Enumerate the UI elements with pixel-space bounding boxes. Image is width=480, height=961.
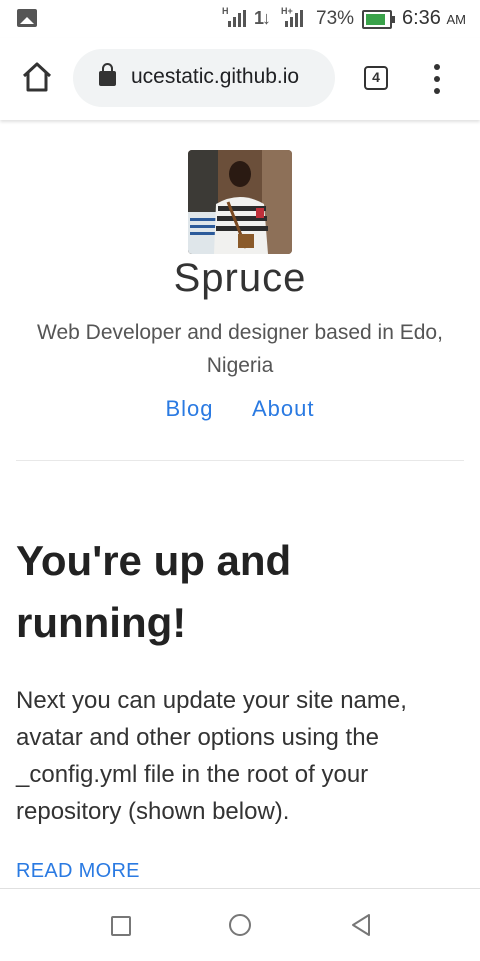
data-activity-icon: 1↓ <box>254 8 271 28</box>
signal-strength-icon <box>228 10 246 27</box>
tab-switcher-button[interactable]: 4 <box>364 66 388 90</box>
address-bar[interactable]: ucestatic.github.io <box>73 49 335 107</box>
gallery-notification-icon <box>17 9 37 27</box>
post-title: You're up and running! <box>16 537 292 646</box>
browser-toolbar: ucestatic.github.io 4 <box>0 38 480 120</box>
header-divider <box>16 460 464 461</box>
clock: 6:36 AM <box>402 7 466 30</box>
clock-time: 6:36 <box>402 7 441 29</box>
lock-icon[interactable] <box>99 63 116 86</box>
overflow-menu-icon[interactable] <box>430 64 444 94</box>
signal-strength-icon-2 <box>285 10 303 27</box>
clock-suffix: AM <box>446 12 467 27</box>
system-navigation-bar <box>0 888 480 961</box>
nav-link-about[interactable]: About <box>252 396 315 421</box>
url-text[interactable]: ucestatic.github.io <box>131 65 331 89</box>
recents-square-icon[interactable] <box>111 916 131 936</box>
nav-link-blog[interactable]: Blog <box>166 396 214 421</box>
site-description: Web Developer and designer based in Edo,… <box>37 321 443 377</box>
site-title[interactable]: Spruce <box>0 256 480 301</box>
post-excerpt: Next you can update your site name, avat… <box>16 687 407 825</box>
home-circle-icon[interactable] <box>229 914 251 936</box>
home-icon[interactable] <box>20 60 54 94</box>
avatar <box>188 150 292 254</box>
battery-icon <box>362 10 395 29</box>
site-nav: Blog About <box>0 396 480 422</box>
status-bar: H 1↓ H+ 73% 6:36 AM <box>0 0 480 38</box>
read-more-link[interactable]: READ MORE <box>16 860 140 883</box>
back-triangle-icon[interactable] <box>350 913 372 937</box>
web-page: Spruce Web Developer and designer based … <box>0 120 480 888</box>
battery-percent: 73% <box>316 8 355 29</box>
